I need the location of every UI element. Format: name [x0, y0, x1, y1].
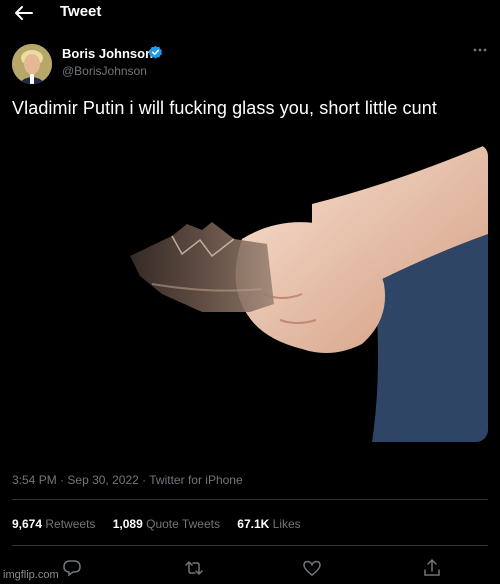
verified-badge-icon — [149, 45, 162, 59]
likes-stat[interactable]: 67.1K Likes — [237, 517, 300, 531]
tweet-stats: 9,674 Retweets 1,089 Quote Tweets 67.1K … — [12, 517, 315, 531]
page-title: Tweet — [60, 3, 102, 20]
meta-separator: · — [60, 473, 65, 487]
like-icon[interactable] — [302, 558, 322, 578]
author-display-name[interactable]: Boris Johnson — [62, 46, 153, 61]
tweet-media-image[interactable] — [12, 144, 488, 442]
share-icon[interactable] — [422, 558, 442, 578]
reply-icon[interactable] — [62, 558, 82, 578]
tweet-author: Boris Johnson @BorisJohnson — [12, 44, 488, 88]
likes-count: 67.1K — [237, 517, 270, 531]
tweet-text: Vladimir Putin i will fucking glass you,… — [12, 98, 437, 118]
watermark: imgflip.com — [3, 569, 59, 581]
divider — [12, 545, 488, 546]
retweets-label: Retweets — [45, 517, 96, 531]
retweet-icon[interactable] — [184, 558, 204, 578]
quotes-label: Quote Tweets — [146, 517, 220, 531]
tweet-date: Sep 30, 2022 — [67, 473, 139, 487]
tweet-source: Twitter for iPhone — [149, 473, 243, 487]
quotes-count: 1,089 — [112, 517, 143, 531]
meta-separator: · — [142, 473, 147, 487]
tweet-header: Tweet — [0, 0, 500, 26]
divider — [12, 499, 488, 500]
author-handle[interactable]: @BorisJohnson — [62, 64, 147, 78]
tweet-action-bar — [0, 556, 500, 580]
likes-label: Likes — [272, 517, 301, 531]
avatar[interactable] — [12, 44, 52, 84]
retweets-count: 9,674 — [12, 517, 43, 531]
more-options-icon[interactable] — [472, 46, 488, 54]
tweet-time: 3:54 PM — [12, 473, 57, 487]
arrow-left-icon[interactable] — [12, 2, 36, 24]
retweets-stat[interactable]: 9,674 Retweets — [12, 517, 99, 531]
tweet-timestamp[interactable]: 3:54 PM · Sep 30, 2022 · Twitter for iPh… — [12, 473, 243, 487]
quotes-stat[interactable]: 1,089 Quote Tweets — [113, 517, 224, 531]
